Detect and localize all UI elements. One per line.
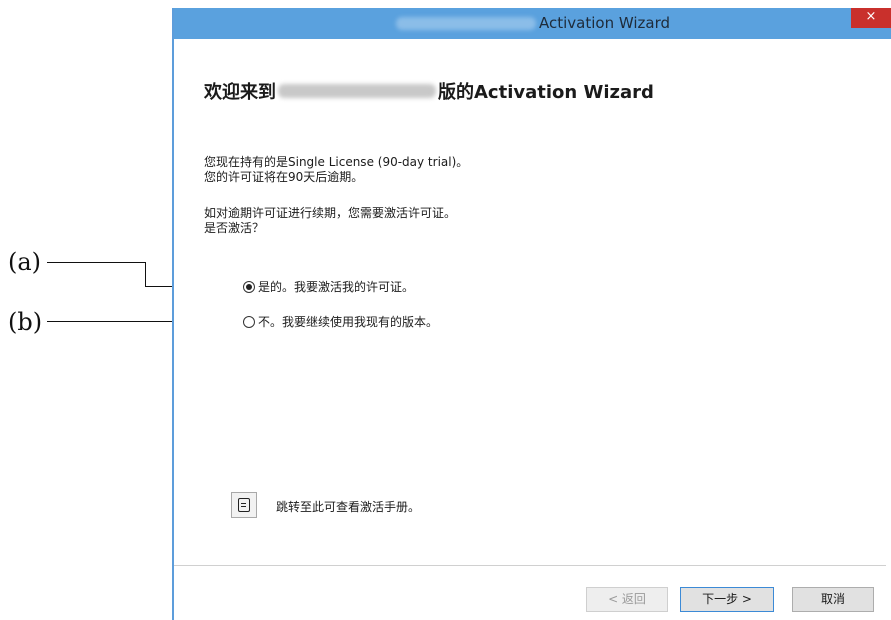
activation-question: 如对逾期许可证进行续期，您需要激活许可证。 是否激活？	[204, 206, 456, 236]
window-title: Activation Wizard	[539, 14, 671, 32]
option-activate-label: 是的。我要激活我的许可证。	[258, 280, 415, 294]
page: (a) (b) Activation Wizard × 欢迎来到 版的Activ…	[0, 0, 891, 620]
footer-divider	[174, 565, 886, 566]
redacted-product-name	[396, 17, 536, 30]
heading-suffix: 版的Activation Wizard	[438, 82, 654, 103]
option-activate[interactable]: 是的。我要激活我的许可证。	[243, 278, 414, 295]
question-line-1: 如对逾期许可证进行续期，您需要激活许可证。	[204, 206, 457, 220]
callout-a-label: (a)	[8, 248, 42, 276]
title-bar: Activation Wizard ×	[174, 8, 891, 39]
heading-prefix: 欢迎来到	[204, 82, 276, 103]
close-button[interactable]: ×	[851, 8, 891, 28]
license-info: 您现在持有的是Single License (90-day trial)。 您的…	[204, 155, 468, 185]
option-continue-label: 不。我要继续使用我现有的版本。	[258, 315, 439, 329]
document-icon	[238, 498, 250, 512]
redacted-product-name-heading	[278, 84, 436, 98]
callout-b-label: (b)	[8, 308, 43, 336]
page-heading: 欢迎来到 版的Activation Wizard	[204, 78, 654, 104]
callout-a-connector	[145, 262, 146, 286]
radio-continue[interactable]	[243, 315, 255, 328]
question-line-2: 是否激活？	[204, 221, 265, 235]
license-line-2: 您的许可证将在90天后逾期。	[204, 170, 364, 184]
activation-manual-button[interactable]	[231, 492, 257, 518]
close-icon: ×	[865, 9, 877, 24]
radio-activate[interactable]	[243, 280, 255, 293]
license-line-1: 您现在持有的是Single License (90-day trial)。	[204, 155, 469, 169]
option-continue[interactable]: 不。我要继续使用我现有的版本。	[243, 313, 438, 330]
callout-a-line	[47, 262, 145, 263]
back-button[interactable]: < 返回	[586, 587, 668, 612]
next-button[interactable]: 下一步 >	[680, 587, 774, 612]
activation-manual-text: 跳转至此可查看激活手册。	[276, 500, 421, 514]
cancel-button[interactable]: 取消	[792, 587, 874, 612]
activation-wizard-window: Activation Wizard × 欢迎来到 版的Activation Wi…	[172, 8, 891, 620]
